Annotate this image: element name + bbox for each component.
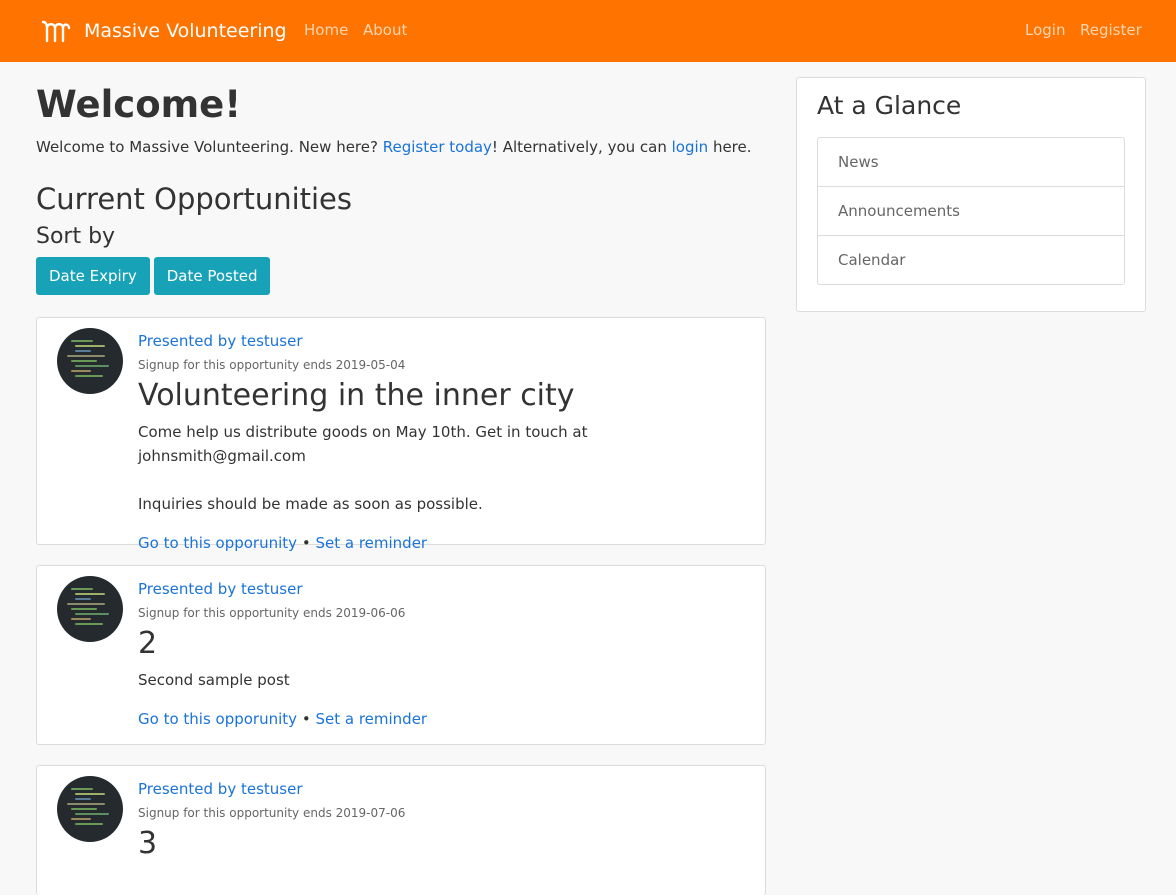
sort-by-heading: Sort by — [36, 224, 116, 249]
current-opportunities-heading: Current Opportunities — [36, 182, 353, 216]
post-body: Presented by testuser Signup for this op… — [138, 330, 749, 554]
avatar — [57, 328, 123, 394]
sidebar-heading: At a Glance — [817, 91, 962, 120]
post-body: Presented by testuser Signup for this op… — [138, 578, 749, 730]
nav-login[interactable]: Login — [1025, 21, 1065, 39]
register-today-link[interactable]: Register today — [383, 138, 492, 156]
set-reminder-link[interactable]: Set a reminder — [315, 710, 427, 728]
post-body: Presented by testuser Signup for this op… — [138, 778, 749, 864]
nav-about[interactable]: About — [363, 21, 407, 39]
sidebar-item-news[interactable]: News — [818, 138, 1124, 187]
m-logo-icon — [41, 20, 71, 43]
sidebar-list: News Announcements Calendar — [817, 137, 1125, 285]
nav-home[interactable]: Home — [304, 21, 348, 39]
signup-deadline: Signup for this opportunity ends 2019-06… — [138, 606, 406, 620]
go-to-opportunity-link[interactable]: Go to this opporunity — [138, 710, 297, 728]
opportunity-card: Presented by testuser Signup for this op… — [36, 317, 766, 552]
set-reminder-link[interactable]: Set a reminder — [315, 534, 427, 552]
author-link[interactable]: Presented by testuser — [138, 778, 749, 800]
nav-register[interactable]: Register — [1080, 21, 1142, 39]
brand-name[interactable]: Massive Volunteering — [84, 20, 287, 42]
opportunity-card: Presented by testuser Signup for this op… — [36, 565, 766, 745]
signup-deadline: Signup for this opportunity ends 2019-05… — [138, 358, 406, 372]
author-link[interactable]: Presented by testuser — [138, 578, 749, 600]
go-to-opportunity-link[interactable]: Go to this opporunity — [138, 534, 297, 552]
avatar — [57, 776, 123, 842]
avatar — [57, 576, 123, 642]
sidebar-item-announcements[interactable]: Announcements — [818, 187, 1124, 236]
intro-text-pre: Welcome to Massive Volunteering. New her… — [36, 138, 383, 156]
intro-text-post: here. — [708, 138, 752, 156]
post-title: Volunteering in the inner city — [138, 378, 575, 413]
separator: • — [301, 710, 311, 728]
main-content: Welcome! Welcome to Massive Volunteering… — [36, 78, 766, 295]
separator: • — [301, 534, 311, 552]
post-description-line: Inquiries should be made as soon as poss… — [138, 495, 483, 513]
login-link[interactable]: login — [672, 138, 709, 156]
post-description-line: Second sample post — [138, 671, 290, 689]
post-actions: Go to this opporunity • Set a reminder — [138, 708, 749, 730]
at-a-glance-panel: At a Glance News Announcements Calendar — [796, 77, 1146, 312]
author-link[interactable]: Presented by testuser — [138, 330, 749, 352]
sort-date-posted-button[interactable]: Date Posted — [153, 257, 271, 295]
signup-deadline: Signup for this opportunity ends 2019-07… — [138, 806, 406, 820]
welcome-intro: Welcome to Massive Volunteering. New her… — [36, 135, 766, 159]
sidebar-item-calendar[interactable]: Calendar — [818, 236, 1124, 284]
post-title: 3 — [138, 826, 158, 861]
opportunity-card: Presented by testuser Signup for this op… — [36, 765, 766, 895]
welcome-heading: Welcome! — [36, 83, 242, 126]
post-actions: Go to this opporunity • Set a reminder — [138, 532, 749, 554]
navbar: Massive Volunteering Home About Login Re… — [0, 0, 1176, 62]
post-title: 2 — [138, 626, 158, 661]
brand[interactable]: Massive Volunteering — [40, 17, 287, 45]
sort-date-expiry-button[interactable]: Date Expiry — [36, 257, 150, 295]
intro-text-mid: ! Alternatively, you can — [491, 138, 672, 156]
sort-buttons: Date Expiry Date Posted — [36, 257, 766, 295]
post-description-line: Come help us distribute goods on May 10t… — [138, 423, 588, 465]
